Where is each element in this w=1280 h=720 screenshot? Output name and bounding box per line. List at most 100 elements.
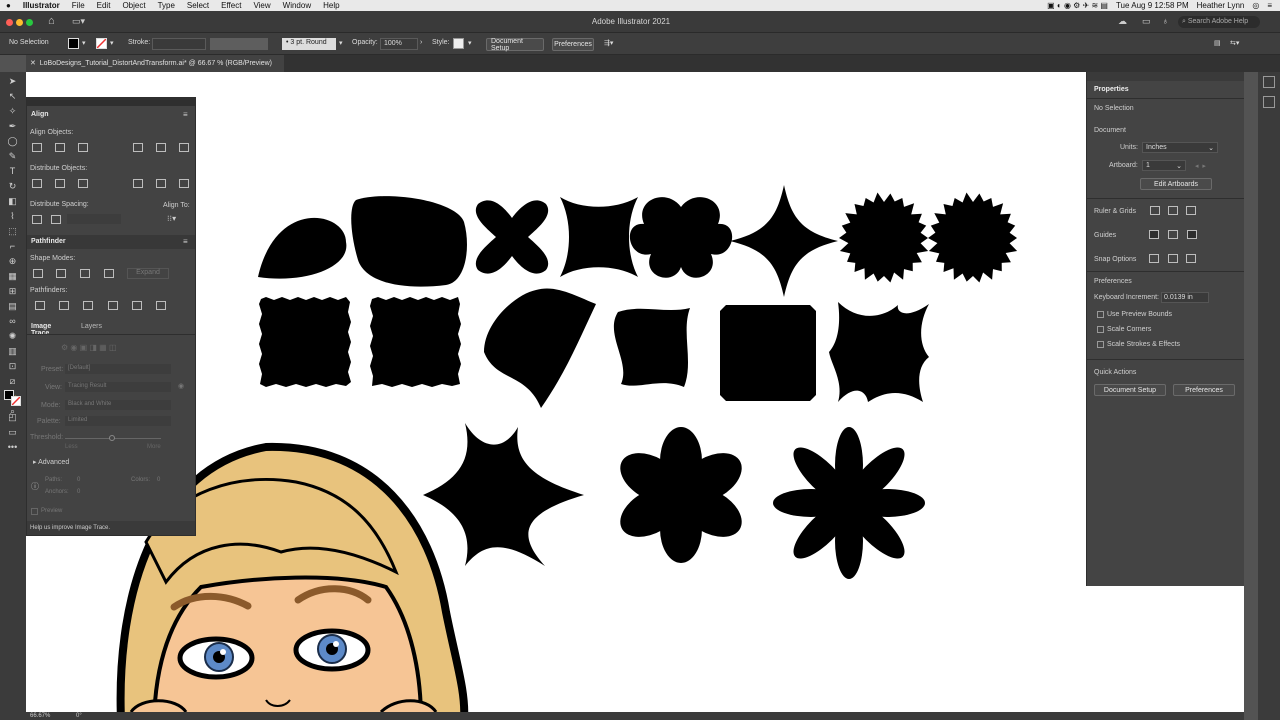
document-setup-button[interactable]: Document Setup bbox=[486, 38, 544, 52]
panel-toggle-icon[interactable]: ▤ bbox=[1214, 39, 1221, 47]
free-transform-tool-icon[interactable]: ⬚ bbox=[6, 226, 19, 237]
stroke-weight-field[interactable] bbox=[152, 38, 206, 50]
menu-app[interactable]: Illustrator bbox=[17, 1, 66, 10]
menu-view[interactable]: View bbox=[247, 1, 276, 10]
minus-front-icon[interactable] bbox=[56, 269, 66, 278]
preferences-button[interactable]: Preferences bbox=[1173, 384, 1235, 396]
distribute-left-icon[interactable] bbox=[133, 179, 143, 188]
menu-select[interactable]: Select bbox=[181, 1, 215, 10]
distribute-right-icon[interactable] bbox=[179, 179, 189, 188]
distribute-horizontal-center-icon[interactable] bbox=[156, 179, 166, 188]
mode-dropdown[interactable]: Black and White bbox=[65, 400, 171, 410]
eraser-tool-icon[interactable]: ◧ bbox=[6, 196, 19, 207]
shape-builder-tool-icon[interactable]: ⊕ bbox=[6, 256, 19, 267]
menu-help[interactable]: Help bbox=[317, 1, 345, 10]
arrange-icon[interactable]: ⇶▾ bbox=[604, 39, 613, 47]
spacing-field[interactable] bbox=[67, 214, 121, 224]
symbol-sprayer-tool-icon[interactable]: ✺ bbox=[6, 331, 19, 342]
eye-icon[interactable]: ◉ bbox=[178, 382, 184, 390]
concave-square-shape[interactable] bbox=[560, 197, 638, 277]
four-point-star-shape[interactable] bbox=[730, 185, 838, 297]
fill-swatch[interactable] bbox=[68, 38, 79, 49]
expand-button[interactable]: Expand bbox=[127, 268, 169, 279]
scale-strokes-checkbox[interactable] bbox=[1097, 341, 1104, 348]
datetime[interactable]: Tue Aug 9 12:58 PM bbox=[1116, 1, 1189, 10]
discover-icon[interactable]: ♁ bbox=[1162, 16, 1169, 26]
menu-file[interactable]: File bbox=[66, 1, 91, 10]
screen-mode-icon[interactable]: ▭ bbox=[6, 427, 19, 438]
panel-drag-bar[interactable] bbox=[1087, 72, 1244, 81]
eyedropper-tool-icon[interactable]: ⌐ bbox=[6, 241, 19, 252]
pen-tool-icon[interactable]: ✒ bbox=[6, 121, 19, 132]
draw-mode-icon[interactable]: ◰ bbox=[6, 412, 19, 423]
apple-icon[interactable]: ● bbox=[0, 1, 17, 10]
align-top-icon[interactable] bbox=[133, 143, 143, 152]
minus-back-icon[interactable] bbox=[156, 301, 166, 310]
pencil-tool-icon[interactable]: ✎ bbox=[6, 151, 19, 162]
tab-pathfinder[interactable]: Pathfinder bbox=[27, 235, 195, 249]
unite-icon[interactable] bbox=[33, 269, 43, 278]
stroke-swatch[interactable] bbox=[96, 38, 107, 49]
artboard-tool-icon[interactable]: ⊡ bbox=[6, 361, 19, 372]
panel-menu-icon[interactable]: ≡ bbox=[183, 237, 188, 246]
snap-to-glyph-icon[interactable] bbox=[1186, 254, 1196, 263]
align-bottom-icon[interactable] bbox=[179, 143, 189, 152]
opacity-field[interactable]: 100% bbox=[380, 38, 418, 50]
help-improve-link[interactable]: Help us improve Image Trace. bbox=[30, 525, 110, 531]
cloud-icon[interactable]: ☁ bbox=[1118, 16, 1127, 27]
stroke-color-swatch[interactable] bbox=[11, 396, 21, 406]
chevron-down-icon[interactable]: ▾ bbox=[468, 39, 472, 47]
crop-icon[interactable] bbox=[108, 301, 118, 310]
chevron-down-icon[interactable]: ▾ bbox=[82, 39, 86, 47]
variable-width-profile[interactable] bbox=[210, 38, 268, 50]
close-tab-icon[interactable]: ✕ bbox=[30, 60, 36, 67]
gradient-tool-icon[interactable]: ▤ bbox=[6, 301, 19, 312]
grid-icon[interactable] bbox=[1168, 206, 1178, 215]
keyboard-increment-field[interactable]: 0.0139 in bbox=[1161, 292, 1209, 303]
advanced-disclosure[interactable]: ▸ Advanced bbox=[33, 458, 69, 466]
mesh-tool-icon[interactable]: ⊞ bbox=[6, 286, 19, 297]
palette-dropdown[interactable]: Limited bbox=[65, 416, 171, 426]
selection-tool-icon[interactable]: ➤ bbox=[6, 76, 19, 87]
align-vertical-center-icon[interactable] bbox=[156, 143, 166, 152]
properties-title[interactable]: Properties bbox=[1094, 86, 1129, 93]
align-right-icon[interactable] bbox=[78, 143, 88, 152]
direct-selection-tool-icon[interactable]: ↖ bbox=[6, 91, 19, 102]
zigzag-square-shape[interactable] bbox=[720, 305, 816, 401]
preferences-button[interactable]: Preferences bbox=[552, 38, 594, 51]
rotation-value[interactable]: 0° bbox=[76, 713, 82, 719]
chevron-down-icon[interactable]: ▾ bbox=[110, 39, 114, 47]
merge-icon[interactable] bbox=[83, 301, 93, 310]
snap-to-pixel-icon[interactable] bbox=[1168, 254, 1178, 263]
edit-artboards-button[interactable]: Edit Artboards bbox=[1140, 178, 1212, 190]
warp-tool-icon[interactable]: ⌇ bbox=[6, 211, 19, 222]
panel-menu-icon[interactable]: ≡ bbox=[183, 110, 188, 119]
view-dropdown[interactable]: Tracing Result bbox=[65, 382, 171, 392]
artboard-nav-arrows[interactable]: ◂ ▸ bbox=[1195, 162, 1206, 170]
menu-window[interactable]: Window bbox=[277, 1, 317, 10]
tab-image-trace[interactable]: Image Trace bbox=[27, 320, 75, 337]
more-tools-icon[interactable]: ••• bbox=[6, 442, 19, 453]
column-graph-tool-icon[interactable]: ▥ bbox=[6, 346, 19, 357]
chevron-right-icon[interactable]: › bbox=[420, 39, 422, 46]
use-preview-bounds-checkbox[interactable] bbox=[1097, 311, 1104, 318]
type-tool-icon[interactable]: T bbox=[6, 166, 19, 177]
menu-edit[interactable]: Edit bbox=[91, 1, 117, 10]
six-petal-flower-shape[interactable] bbox=[612, 427, 751, 563]
distribute-top-icon[interactable] bbox=[32, 179, 42, 188]
distribute-vertical-space-icon[interactable] bbox=[32, 215, 42, 224]
starburst-shape-2[interactable] bbox=[928, 192, 1018, 283]
transparency-grid-icon[interactable] bbox=[1186, 206, 1196, 215]
smart-guides-icon[interactable] bbox=[1187, 230, 1197, 239]
slice-tool-icon[interactable]: ⧄ bbox=[6, 376, 19, 387]
artboard-canvas[interactable] bbox=[26, 72, 1244, 712]
exclude-icon[interactable] bbox=[104, 269, 114, 278]
status-icons[interactable]: ▣ ◐ ◉ ⚙ ✈ ≋ ▤ bbox=[1047, 1, 1108, 10]
threshold-slider-thumb[interactable] bbox=[109, 435, 115, 441]
intersect-icon[interactable] bbox=[80, 269, 90, 278]
menu-effect[interactable]: Effect bbox=[215, 1, 247, 10]
twisted-square-shape[interactable] bbox=[613, 308, 690, 387]
siri-icon[interactable]: ◎ bbox=[1252, 1, 1259, 10]
align-left-icon[interactable] bbox=[32, 143, 42, 152]
menu-type[interactable]: Type bbox=[152, 1, 181, 10]
